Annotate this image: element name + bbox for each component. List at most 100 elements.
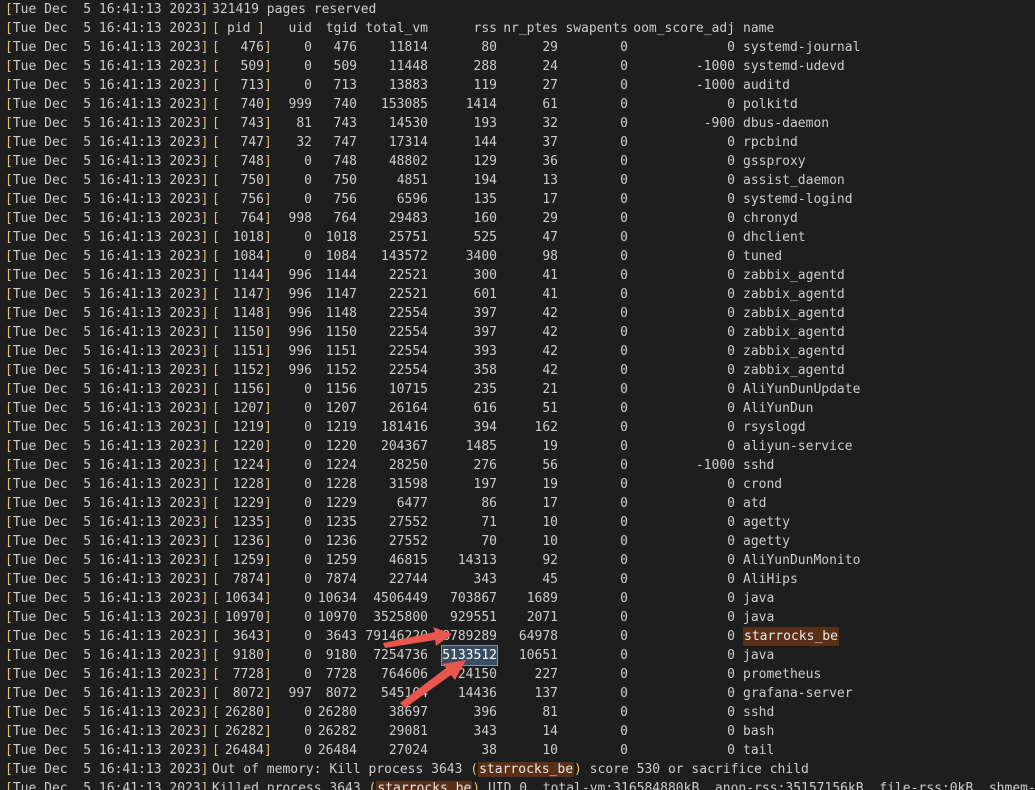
process-row: [Tue Dec 5 16:41:13 2023][26484] 0 26484 27… (5, 741, 1035, 760)
pid-value: 7874 (232, 572, 264, 587)
cell-nr_ptes: 2071 (526, 610, 558, 625)
log-line-killed-process: [Tue Dec 5 16:41:13 2023] Killed process … (5, 779, 1035, 790)
pid-value: 3643 (232, 629, 264, 644)
cell-nr_ptes: 1689 (526, 591, 558, 606)
timestamp-bracket-close: ] (200, 762, 209, 777)
cell-tgid: 9180 (325, 648, 357, 663)
process-row: [Tue Dec 5 16:41:13 2023][26282] 0 26282 29… (5, 722, 1035, 741)
pid-value: 1235 (232, 515, 264, 530)
process-row: [Tue Dec 5 16:41:13 2023][9180] 0 9180 7254… (5, 645, 1035, 666)
pid-bracket-open: [ (212, 420, 220, 435)
process-row: [Tue Dec 5 16:41:13 2023][1219] 0 1219 1814… (5, 418, 1035, 437)
timestamp: [Tue Dec 5 16:41:13 2023] (5, 570, 209, 589)
process-name: rpcbind (743, 135, 798, 150)
cell-swapents: 0 (620, 724, 628, 739)
timestamp-text: Tue Dec 5 16:41:13 2023 (12, 192, 201, 207)
cell-rss: 343 (473, 572, 497, 587)
cell-oom: 0 (727, 154, 735, 169)
pid-bracket-open: [ (212, 534, 220, 549)
col-header-swapents: swapents (565, 21, 628, 36)
cell-nr_ptes: 10 (542, 515, 558, 530)
cell-tgid: 1144 (325, 268, 357, 283)
col-header-uid: uid (288, 21, 312, 36)
cell-swapents: 0 (620, 629, 628, 644)
pid-bracket-close: ] (264, 344, 272, 359)
cell-oom: 0 (727, 686, 735, 701)
pid-value: 1148 (232, 306, 264, 321)
cell-uid: 999 (288, 97, 312, 112)
process-name: gssproxy (743, 154, 806, 169)
timestamp-bracket-open: [ (5, 705, 13, 720)
cell-tgid: 10970 (317, 610, 357, 625)
timestamp-bracket-close: ] (200, 515, 209, 530)
cell-nr_ptes: 21 (542, 382, 558, 397)
cell-rss: 358 (473, 363, 497, 378)
cell-oom: 0 (727, 705, 735, 720)
timestamp: [Tue Dec 5 16:41:13 2023] (5, 722, 209, 741)
pid-bracket-close: ] (264, 78, 272, 93)
process-name: zabbix_agentd (743, 287, 845, 302)
pid-value: 1219 (232, 420, 264, 435)
process-name: chronyd (743, 211, 798, 226)
cell-total_vm: 46815 (388, 553, 428, 568)
process-row: [Tue Dec 5 16:41:13 2023][8072] 997 8072 54… (5, 684, 1035, 703)
cell-swapents: 0 (620, 344, 628, 359)
cell-rss: 5133512 (441, 645, 498, 666)
cell-total_vm: 28250 (388, 458, 428, 473)
timestamp-bracket-open: [ (5, 477, 13, 492)
timestamp-bracket-close: ] (200, 572, 209, 587)
cell-oom: -1000 (695, 458, 735, 473)
timestamp: [Tue Dec 5 16:41:13 2023] (5, 361, 209, 380)
cell-oom: 0 (727, 97, 735, 112)
timestamp-bracket-open: [ (5, 724, 13, 739)
timestamp-bracket-open: [ (5, 344, 13, 359)
terminal-window[interactable]: [Tue Dec 5 16:41:13 2023] 321419 pages re… (0, 0, 1035, 790)
cell-total_vm: 22554 (388, 363, 428, 378)
cell-oom: 0 (727, 211, 735, 226)
cell-swapents: 0 (620, 363, 628, 378)
timestamp-text: Tue Dec 5 16:41:13 2023 (12, 249, 201, 264)
pid-bracket-close: ] (264, 249, 272, 264)
cell-rss: 14313 (457, 553, 497, 568)
cell-tgid: 8072 (325, 686, 357, 701)
oom-prefix: Out of memory: Kill process 3643 (212, 762, 471, 777)
cell-swapents: 0 (620, 116, 628, 131)
cell-oom: 0 (727, 287, 735, 302)
cell-total_vm: 22521 (388, 268, 428, 283)
pid-bracket-close: ] (264, 192, 272, 207)
process-name: zabbix_agentd (743, 363, 845, 378)
timestamp-bracket-close: ] (200, 439, 209, 454)
timestamp-bracket-close: ] (200, 629, 209, 644)
pid-bracket-close: ] (264, 135, 272, 150)
pid-value: 10970 (224, 610, 264, 625)
cell-oom: 0 (727, 477, 735, 492)
timestamp-bracket-close: ] (200, 591, 209, 606)
cell-uid: 998 (288, 211, 312, 226)
pid-bracket-close: ] (264, 363, 272, 378)
pid-bracket-close: ] (264, 401, 272, 416)
process-name: tuned (743, 249, 783, 264)
cell-uid: 81 (296, 116, 312, 131)
timestamp-bracket-open: [ (5, 97, 13, 112)
log-line-out-of-memory: [Tue Dec 5 16:41:13 2023] Out of memory: … (5, 760, 1035, 779)
cell-rss: 135 (473, 192, 497, 207)
cell-uid: 0 (304, 743, 312, 758)
process-name: zabbix_agentd (743, 306, 845, 321)
cell-swapents: 0 (620, 287, 628, 302)
cell-swapents: 0 (620, 572, 628, 587)
cell-total_vm: 6477 (396, 496, 428, 511)
cell-oom: 0 (727, 135, 735, 150)
timestamp-bracket-open: [ (5, 629, 13, 644)
process-name: crond (743, 477, 783, 492)
pid-bracket-close: ] (264, 116, 272, 131)
cell-oom: 0 (727, 724, 735, 739)
pid-bracket-open: [ (212, 306, 220, 321)
pid-value: 740 (240, 97, 264, 112)
cell-nr_ptes: 10651 (518, 648, 558, 663)
cell-oom: -1000 (695, 78, 735, 93)
timestamp: [Tue Dec 5 16:41:13 2023] (5, 76, 209, 95)
cell-total_vm: 14530 (388, 116, 428, 131)
cell-oom: 0 (727, 743, 735, 758)
cell-swapents: 0 (620, 192, 628, 207)
timestamp-text: Tue Dec 5 16:41:13 2023 (12, 40, 201, 55)
